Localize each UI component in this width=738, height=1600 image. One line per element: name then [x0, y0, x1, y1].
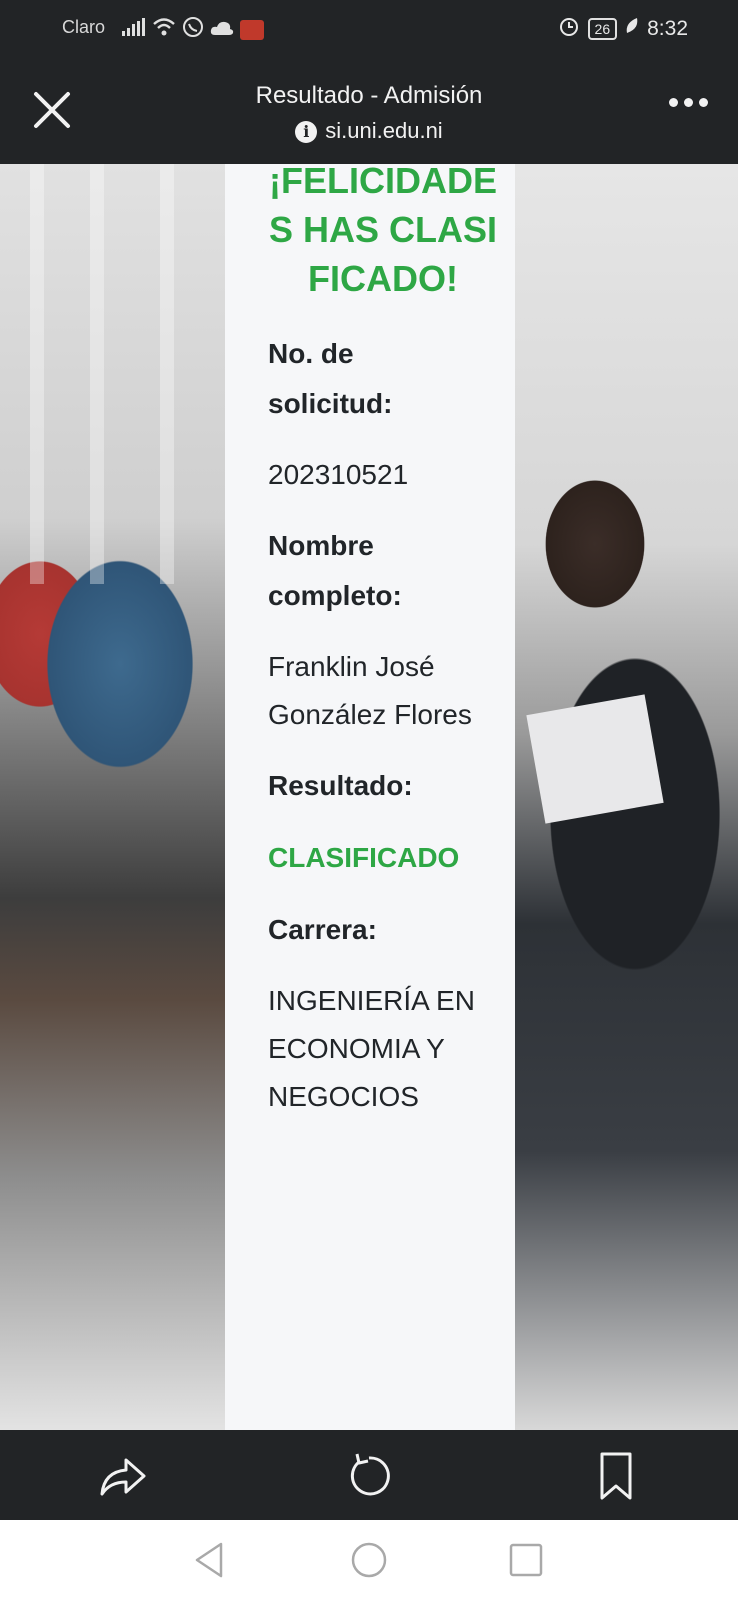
battery-indicator: 26	[587, 17, 618, 40]
bookmark-icon	[600, 1452, 632, 1500]
nav-back-button[interactable]	[191, 1540, 231, 1580]
cloud-icon	[210, 19, 234, 41]
clock: 8:32	[647, 16, 688, 40]
bookmark-button[interactable]	[590, 1450, 642, 1502]
application-number-label: No. de solicitud:	[268, 338, 393, 419]
signal-icon	[122, 18, 146, 41]
congratulations-heading: ¡FELICIDADES HAS CLASIFICADO!	[268, 164, 498, 299]
more-icon	[669, 98, 678, 107]
browser-header: Resultado - Admisión i si.uni.edu.ni	[0, 58, 738, 164]
nav-recents-button[interactable]	[506, 1540, 546, 1580]
app-notification-icon	[240, 19, 264, 40]
application-number-value: 202310521	[268, 459, 409, 490]
background-photo-left	[0, 164, 225, 1430]
back-icon	[195, 1542, 223, 1578]
career-value: INGENIERÍA EN ECONOMIA Y NEGOCIOS	[268, 985, 475, 1112]
background-photo-right	[515, 164, 738, 1430]
browser-toolbar	[0, 1430, 738, 1520]
carrier-label: Claro	[62, 17, 106, 37]
url-display[interactable]: i si.uni.edu.ni	[0, 118, 738, 144]
recents-icon	[509, 1543, 543, 1577]
result-label: Resultado:	[268, 770, 413, 801]
system-nav-bar	[0, 1520, 738, 1600]
page-title: Resultado - Admisión	[255, 82, 483, 109]
wifi-icon	[152, 17, 176, 42]
share-button[interactable]	[96, 1450, 148, 1502]
whatsapp-icon	[182, 16, 204, 43]
result-value: CLASIFICADO	[268, 842, 460, 873]
alarm-icon	[558, 15, 580, 42]
more-icon	[699, 98, 708, 107]
info-icon[interactable]: i	[295, 121, 318, 143]
url-text: si.uni.edu.ni	[325, 118, 443, 143]
reload-button[interactable]	[343, 1450, 395, 1502]
full-name-label: Nombre completo:	[268, 530, 402, 611]
share-icon	[100, 1458, 146, 1496]
leaf-icon	[625, 17, 639, 40]
career-label: Carrera:	[268, 914, 377, 945]
more-options-button[interactable]	[669, 98, 708, 107]
status-icons-left	[122, 16, 264, 43]
reload-icon	[350, 1453, 390, 1496]
more-icon	[684, 98, 693, 107]
result-card: ¡FELICIDADES HAS CLASIFICADO! No. de sol…	[225, 164, 515, 1430]
full-name-value: Franklin José González Flores	[268, 651, 472, 730]
status-bar: Claro 26 8:32	[0, 0, 738, 58]
status-icons-right: 26 8:32	[558, 15, 688, 42]
nav-home-button[interactable]	[349, 1540, 389, 1580]
home-icon	[351, 1542, 387, 1578]
